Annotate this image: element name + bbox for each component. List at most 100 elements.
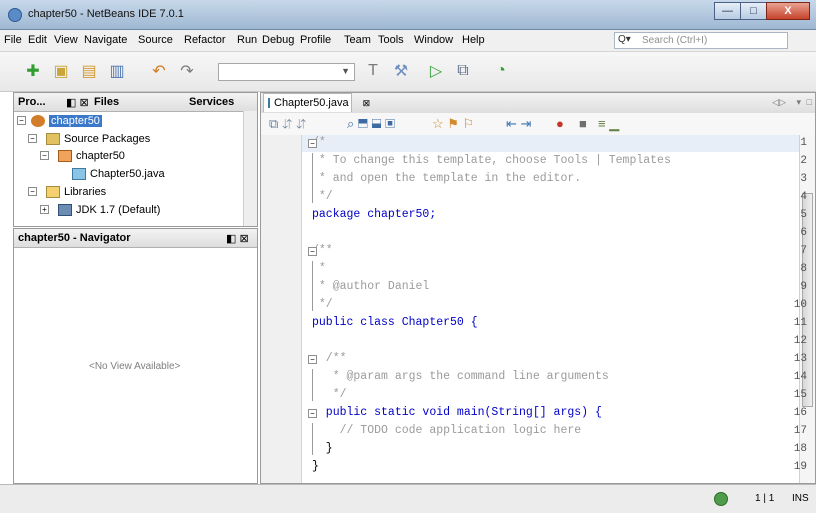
fold-icon[interactable]: −	[308, 355, 317, 364]
bookmark-icon[interactable]: ☆ ⚑ ⚐	[432, 116, 474, 132]
code-line[interactable]: * @param args the command line arguments	[312, 370, 609, 383]
code-line[interactable]: */	[312, 190, 333, 203]
collapse-icon[interactable]: −	[28, 187, 37, 196]
tree-java-file-label[interactable]: Chapter50.java	[90, 168, 165, 180]
tree-libraries-row[interactable]: − Libraries	[28, 186, 106, 198]
debug-icon[interactable]: ⧉	[452, 60, 474, 82]
tree-package-row[interactable]: − chapter50	[40, 150, 125, 162]
maximize-button[interactable]: □	[740, 2, 767, 20]
line-number: 4	[800, 191, 807, 203]
collapse-icon[interactable]: −	[40, 151, 49, 160]
code-line[interactable]: *	[312, 262, 326, 275]
status-bar: 1 | 1 INS	[0, 484, 816, 513]
tree-jdk-row[interactable]: + JDK 1.7 (Default)	[40, 204, 160, 216]
editor-panel: Chapter50.java ⊠ ◁▷ ▾ □ ⧉ ⇵ ⇵ ⌕ ⬒ ⬓ ▣ ☆ …	[260, 92, 816, 484]
projects-panel: Pro... ◧ ⊠ Files Services − chapter50 − …	[13, 92, 258, 227]
source-history-icon[interactable]: ⧉ ⇵ ⇵	[269, 116, 306, 132]
line-number: 19	[793, 461, 807, 473]
close-button[interactable]: X	[766, 2, 810, 20]
navigator-title[interactable]: chapter50 - Navigator	[18, 232, 130, 244]
indent-icon[interactable]: ⇤ ⇥	[506, 116, 531, 132]
tab-files[interactable]: Files	[94, 96, 119, 108]
code-line[interactable]: }	[312, 460, 319, 473]
line-number: 13	[793, 353, 807, 365]
menu-run[interactable]: Run	[237, 34, 257, 46]
menu-source[interactable]: Source	[138, 34, 173, 46]
build-icon[interactable]: ⚒	[390, 60, 412, 82]
code-line[interactable]: public static void main(String[] args) {	[312, 406, 602, 419]
tree-project-row[interactable]: − chapter50	[17, 115, 102, 127]
navigator-empty-text: <No View Available>	[89, 361, 181, 372]
code-line[interactable]: }	[312, 442, 333, 455]
code-line[interactable]: package chapter50;	[312, 208, 436, 221]
tab-projects[interactable]: Pro...	[18, 96, 46, 108]
tab-chapter50-java[interactable]: Chapter50.java ⊠	[263, 93, 370, 112]
caret-position: 1 | 1	[755, 493, 775, 504]
maximize-editor-icon[interactable]: □	[807, 97, 812, 107]
tree-java-file-row[interactable]: Chapter50.java	[72, 168, 165, 180]
new-project-icon[interactable]: ▣	[50, 60, 72, 82]
profile-icon[interactable]: ◔	[490, 60, 512, 82]
code-line[interactable]: * @author Daniel	[312, 280, 429, 293]
menu-window[interactable]: Window	[414, 34, 453, 46]
tree-jdk-label[interactable]: JDK 1.7 (Default)	[76, 204, 160, 216]
record-macro-icon[interactable]: ●	[556, 116, 564, 131]
line-number-gutter	[261, 135, 302, 483]
menu-tools[interactable]: Tools	[378, 34, 404, 46]
line-number: 1	[800, 137, 807, 149]
line-number: 15	[793, 389, 807, 401]
search-icon: Q▾	[618, 34, 631, 45]
clean-build-icon[interactable]: T	[362, 60, 384, 82]
tree-source-packages-label[interactable]: Source Packages	[64, 133, 150, 145]
comment-icon[interactable]: ≡ ▁	[598, 116, 619, 132]
notifications-icon[interactable]	[714, 492, 728, 506]
line-number: 8	[800, 263, 807, 275]
fold-icon[interactable]: −	[308, 409, 317, 418]
tree-package-label[interactable]: chapter50	[76, 150, 125, 162]
code-line[interactable]: * and open the template in the editor.	[312, 172, 581, 185]
menu-navigate[interactable]: Navigate	[84, 34, 127, 46]
run-icon[interactable]: ▷	[425, 60, 447, 82]
new-file-icon[interactable]: ✚	[22, 60, 44, 82]
menu-profile[interactable]: Profile	[300, 34, 331, 46]
tree-project-label[interactable]: chapter50	[49, 115, 102, 127]
menu-help[interactable]: Help	[462, 34, 485, 46]
current-line-highlight	[302, 135, 802, 152]
menu-file[interactable]: File	[4, 34, 22, 46]
close-tab-icon[interactable]: ⊠	[363, 98, 371, 109]
fold-icon[interactable]: −	[308, 247, 317, 256]
tab-services[interactable]: Services	[189, 96, 234, 108]
expand-icon[interactable]: +	[40, 205, 49, 214]
code-line[interactable]: */	[312, 298, 333, 311]
save-all-icon[interactable]: ▥	[106, 60, 128, 82]
minimize-button[interactable]: —	[714, 2, 741, 20]
find-icon[interactable]: ⌕ ⬒ ⬓ ▣	[347, 116, 395, 132]
menu-debug[interactable]: Debug	[262, 34, 294, 46]
menu-view[interactable]: View	[54, 34, 78, 46]
tree-libraries-label[interactable]: Libraries	[64, 186, 106, 198]
navigator-tab-icons[interactable]: ◧ ⊠	[226, 232, 249, 245]
main-toolbar: ✚ ▣ ▤ ▥ ↶ ↷ ▼ T ⚒ ▷ ⧉ ◔	[0, 52, 816, 92]
redo-icon[interactable]: ↷	[176, 60, 198, 82]
fold-icon[interactable]: −	[308, 139, 317, 148]
menu-edit[interactable]: Edit	[28, 34, 47, 46]
code-line[interactable]: * To change this template, choose Tools …	[312, 154, 671, 167]
code-line[interactable]: // TODO code application logic here	[312, 424, 582, 437]
line-number: 10	[793, 299, 807, 311]
tab-scroll-icon[interactable]: ◁▷	[772, 97, 786, 108]
code-line[interactable]: */	[312, 388, 347, 401]
open-project-icon[interactable]: ▤	[78, 60, 100, 82]
collapse-icon[interactable]: −	[28, 134, 37, 143]
code-line[interactable]: /**	[312, 352, 347, 365]
code-line[interactable]: public class Chapter50 {	[312, 316, 478, 329]
search-input[interactable]: Q▾ Search (Ctrl+I)	[614, 32, 788, 49]
menu-team[interactable]: Team	[344, 34, 371, 46]
chevron-down-icon[interactable]: ▾	[796, 97, 801, 108]
tree-source-packages-row[interactable]: − Source Packages	[28, 133, 150, 145]
undo-icon[interactable]: ↶	[148, 60, 170, 82]
collapse-icon[interactable]: −	[17, 116, 26, 125]
menu-refactor[interactable]: Refactor	[184, 34, 226, 46]
projects-scrollbar[interactable]	[243, 111, 257, 226]
configuration-combobox[interactable]: ▼	[218, 63, 355, 81]
stop-macro-icon[interactable]: ■	[579, 116, 587, 131]
